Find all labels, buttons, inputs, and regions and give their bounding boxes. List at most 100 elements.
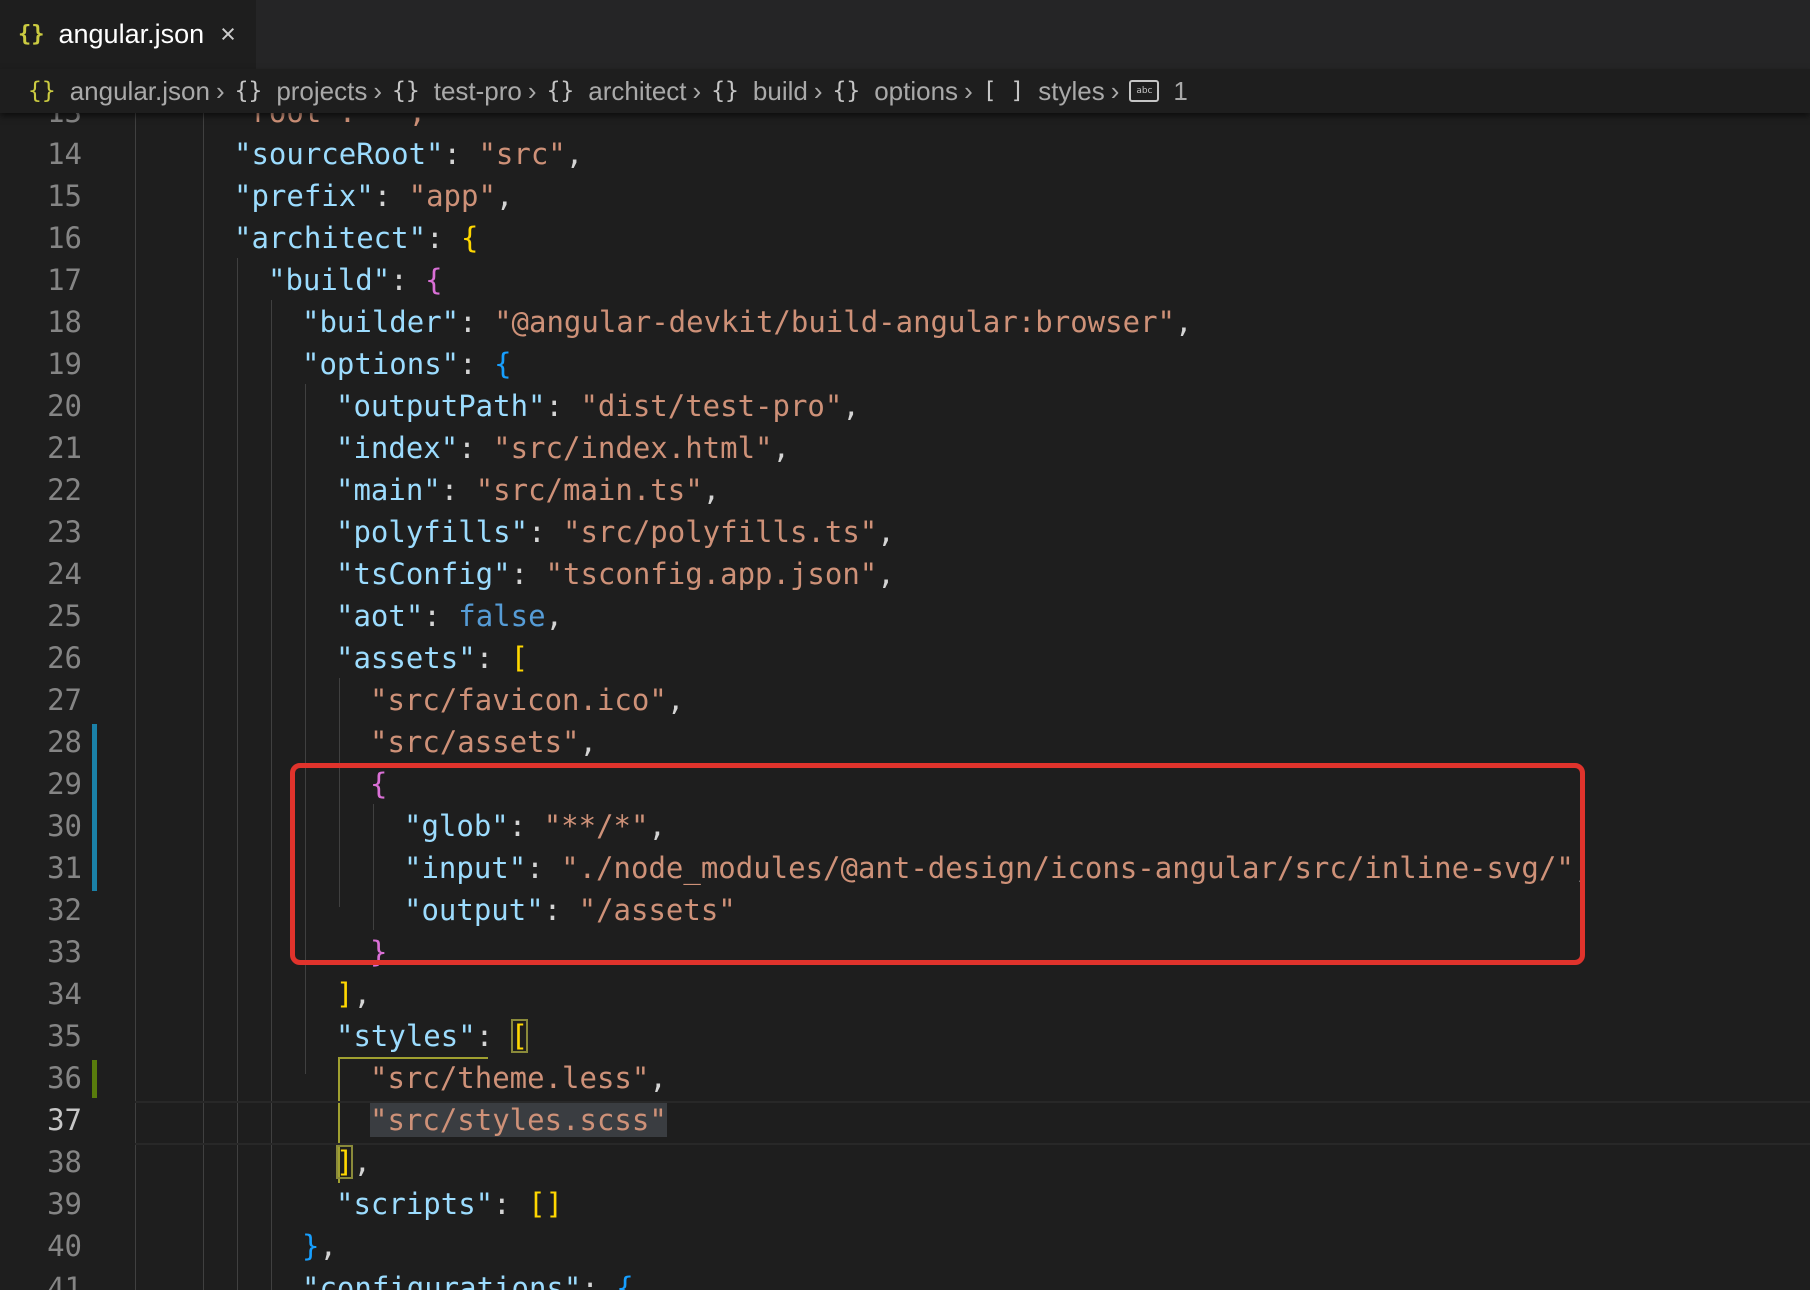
line-number: 22: [47, 473, 82, 507]
code-token: "configurations": [302, 1271, 582, 1290]
code-token: "input": [404, 851, 527, 885]
code-token: :: [459, 347, 495, 381]
code-token: "src/polyfills.ts": [562, 515, 878, 549]
object-icon: {}: [234, 78, 263, 104]
code-text: "index": "src/index.html",: [336, 427, 790, 469]
close-icon[interactable]: ×: [220, 19, 236, 50]
line-number: 19: [47, 347, 82, 381]
breadcrumb-item[interactable]: [ ] styles: [983, 76, 1105, 107]
code-token: }: [302, 1229, 320, 1263]
line-number: 25: [47, 599, 82, 633]
line-number: 40: [47, 1229, 82, 1263]
line-number: 29: [47, 767, 82, 801]
code-line: 32 "output": "/assets": [0, 889, 1810, 931]
code-token: ,: [877, 515, 895, 549]
code-line: 25 "aot": false,: [0, 595, 1810, 637]
code-line: 18 "builder": "@angular-devkit/build-angu…: [0, 301, 1810, 343]
line-number: 16: [47, 221, 82, 255]
line-number: 21: [47, 431, 82, 465]
code-token: :: [458, 431, 494, 465]
code-line: 26 "assets": [: [0, 637, 1810, 679]
code-token: "aot": [336, 599, 424, 633]
code-token: {: [460, 221, 479, 255]
code-line: 15 "prefix": "app",: [0, 175, 1810, 217]
line-number: 15: [47, 179, 82, 213]
code-token: "**/*": [543, 809, 649, 843]
code-token: "src/favicon.ico": [370, 683, 667, 717]
code-token: "dist/test-pro": [580, 389, 843, 423]
code-line: 34],: [0, 973, 1810, 1015]
line-number: 30: [47, 809, 82, 843]
code-token: "output": [404, 893, 544, 927]
code-line: 24 "tsConfig": "tsconfig.app.json",: [0, 553, 1810, 595]
chevron-right-icon: ›: [964, 75, 973, 106]
object-icon: {}: [546, 78, 575, 104]
code-line: 41 "configurations": {: [0, 1267, 1810, 1290]
code-token: "src/index.html": [493, 431, 773, 465]
line-number: 37: [47, 1103, 82, 1137]
code-token: ,: [495, 179, 514, 213]
breadcrumb-item[interactable]: {} angular.json: [28, 76, 210, 107]
code-text: "root": "",: [234, 113, 426, 133]
code-text: "outputPath": "dist/test-pro",: [336, 385, 860, 427]
code-token: false: [458, 599, 546, 633]
breadcrumb-label: styles: [1038, 75, 1105, 106]
code-token: "tsconfig.app.json": [545, 557, 878, 591]
breadcrumb-item[interactable]: {} options: [833, 76, 959, 107]
code-token: :: [440, 473, 476, 507]
code-token: "tsConfig": [336, 557, 511, 591]
code-lines: 13 "root": "", 14 "sourceRoot": "src", 15 "pr…: [0, 113, 1810, 1290]
code-line: 28 "src/assets",: [0, 721, 1810, 763]
object-icon: {}: [711, 78, 739, 104]
line-number: 27: [47, 683, 82, 717]
code-token: :: [475, 641, 511, 675]
code-token: :: [528, 515, 563, 549]
code-token: {: [425, 263, 443, 297]
code-text: "options": {: [302, 343, 512, 385]
code-token: {: [370, 767, 388, 801]
code-text: },: [302, 1225, 337, 1267]
code-token: :: [510, 557, 546, 591]
code-editor[interactable]: 13 "root": "", 14 "sourceRoot": "src", 15 "pr…: [0, 113, 1810, 1290]
code-text: "src/theme.less",: [370, 1057, 667, 1099]
code-text: "src/favicon.ico",: [370, 679, 684, 721]
code-token: "styles": [336, 1019, 476, 1053]
code-line: 21 "index": "src/index.html",: [0, 427, 1810, 469]
line-number: 41: [47, 1271, 82, 1290]
breadcrumb-item[interactable]: {} architect: [547, 76, 687, 107]
code-token: "outputPath": [336, 389, 546, 423]
code-line: 33}: [0, 931, 1810, 973]
line-number: 34: [47, 977, 82, 1011]
code-line: 39 "scripts": []: [0, 1183, 1810, 1225]
breadcrumb-item[interactable]: {} build: [711, 76, 808, 107]
line-number: 33: [47, 935, 82, 969]
code-token: ,: [579, 725, 597, 759]
code-token: "root": "",: [234, 113, 426, 129]
code-token: ,: [702, 473, 721, 507]
code-token: "src/styles.scss": [370, 1103, 667, 1137]
code-token: :: [373, 179, 409, 213]
line-number: 20: [47, 389, 82, 423]
breadcrumb-item[interactable]: {} test-pro: [392, 76, 522, 107]
code-token: []: [528, 1187, 563, 1221]
chevron-right-icon: ›: [692, 75, 702, 106]
code-token: "prefix": [234, 179, 374, 213]
code-token: "assets": [336, 641, 476, 675]
tab-angular-json[interactable]: {} angular.json ×: [0, 0, 256, 69]
code-token: :: [543, 893, 579, 927]
line-number: 13: [0, 113, 82, 133]
code-token: "sourceRoot": [234, 137, 444, 171]
code-text: {: [370, 763, 387, 805]
code-token: :: [426, 221, 461, 255]
code-token: :: [475, 1019, 511, 1053]
code-line: 23 "polyfills": "src/polyfills.ts",: [0, 511, 1810, 553]
code-token: "glob": [404, 809, 509, 843]
code-line: 22 "main": "src/main.ts",: [0, 469, 1810, 511]
code-text: "tsConfig": "tsconfig.app.json",: [336, 553, 895, 595]
code-line: 16 "architect": {: [0, 217, 1810, 259]
line-number: 14: [47, 137, 82, 171]
breadcrumb-item[interactable]: abc 1: [1129, 76, 1188, 107]
code-line: 29 {: [0, 763, 1810, 805]
breadcrumb-item[interactable]: {} projects: [235, 76, 368, 107]
code-line: 19 "options": {: [0, 343, 1810, 385]
